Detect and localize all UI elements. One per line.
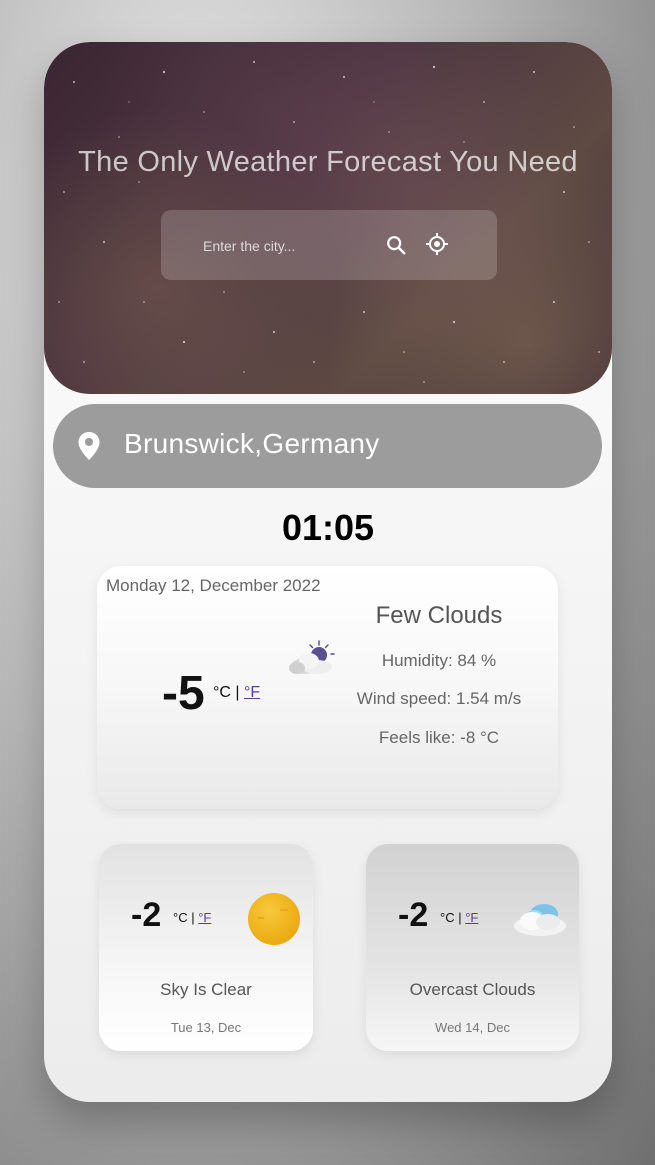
forecast-card-wed: -2 °C | °F Overcast Clouds Wed 14, Dec: [366, 844, 579, 1051]
forecast-date: Wed 14, Dec: [435, 1020, 510, 1035]
page-title: The Only Weather Forecast You Need: [78, 146, 578, 178]
today-description: Few Clouds: [375, 602, 503, 629]
unit-celsius[interactable]: °C: [440, 910, 455, 925]
forecast-card-tue: -2 °C | °F Sky Is Clear Tue 13, Dec: [99, 844, 313, 1051]
location-bar: Brunswick,Germany: [53, 404, 602, 488]
unit-celsius[interactable]: °C: [173, 910, 188, 925]
today-temperature: -5: [162, 667, 205, 720]
hero-banner: The Only Weather Forecast You Need: [44, 42, 612, 394]
unit-separator: |: [458, 910, 462, 925]
unit-separator: |: [191, 910, 195, 925]
city-search-input[interactable]: [201, 234, 375, 258]
forecast-description: Overcast Clouds: [409, 980, 536, 999]
today-humidity: Humidity: 84 %: [381, 651, 497, 670]
search-icon[interactable]: [385, 234, 407, 256]
forecast-temperature: -2: [131, 896, 162, 934]
unit-fahrenheit-link[interactable]: °F: [244, 684, 260, 701]
unit-separator: |: [235, 684, 240, 701]
today-date: Monday 12, December 2022: [106, 576, 321, 595]
sun-icon: [248, 893, 300, 945]
forecast-date: Tue 13, Dec: [170, 1020, 242, 1035]
today-wind-speed: Wind speed: 1.54 m/s: [356, 689, 522, 708]
unit-celsius[interactable]: °C: [213, 684, 231, 701]
forecast-unit-toggle: °C | °F: [173, 910, 211, 925]
unit-fahrenheit-link[interactable]: °F: [198, 910, 211, 925]
current-location-icon[interactable]: [425, 232, 449, 256]
cloud-icon: [514, 904, 566, 936]
current-time: 01:05: [281, 507, 375, 548]
today-feels-like: Feels like: -8 °C: [378, 728, 500, 747]
unit-toggle: °C | °F: [213, 684, 260, 702]
forecast-description: Sky Is Clear: [160, 980, 252, 999]
location-pin-icon: [78, 432, 100, 460]
forecast-temperature: -2: [398, 896, 429, 934]
weather-app-card: The Only Weather Forecast You Need Bruns…: [44, 42, 612, 1102]
forecast-unit-toggle: °C | °F: [440, 910, 478, 925]
location-name: Brunswick,Germany: [124, 428, 380, 459]
search-box: [161, 210, 497, 280]
today-weather-card: Monday 12, December 2022 -5 °C | °F Few …: [97, 566, 558, 809]
unit-fahrenheit-link[interactable]: °F: [465, 910, 478, 925]
